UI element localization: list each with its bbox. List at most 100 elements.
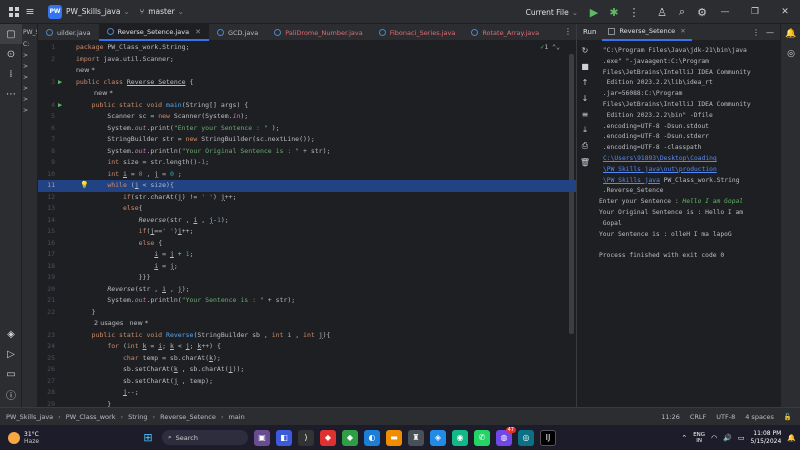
file-explorer-icon[interactable]: ▬: [386, 429, 402, 446]
more-options-icon[interactable]: ⋮: [752, 28, 760, 37]
soft-wrap-icon[interactable]: ≡: [577, 106, 593, 122]
more-tools-icon[interactable]: ⋯: [0, 84, 22, 104]
terminal-icon[interactable]: ▭: [0, 364, 22, 384]
breadcrumb-method[interactable]: main: [228, 413, 244, 421]
battery-icon[interactable]: ▭: [738, 434, 745, 442]
tab-reverse-setence[interactable]: Reverse_Setence.java ✕: [98, 24, 209, 41]
tab-fibonaci-series[interactable]: Fibonaci_Series.java: [371, 24, 464, 41]
branch-name[interactable]: master: [148, 7, 174, 16]
run-tool-icon[interactable]: ▷: [0, 344, 22, 364]
classpath-link[interactable]: \PW_Skills_java: [603, 177, 660, 184]
tree-item[interactable]: C:: [22, 41, 37, 52]
widgets-icon[interactable]: ◧: [276, 429, 292, 446]
tree-item[interactable]: >: [22, 63, 37, 74]
debug-icon[interactable]: ✱: [606, 4, 622, 20]
user-add-icon[interactable]: ♙: [654, 4, 670, 20]
close-tab-icon[interactable]: ✕: [195, 28, 201, 36]
console-output[interactable]: "C:\Program Files\Java\jdk-21\bin\java .…: [599, 46, 779, 262]
system-clock[interactable]: 11:08 PM 5/15/2024: [751, 430, 782, 446]
code-line: 20 Reverse(str , i , j);: [47, 284, 190, 293]
app-icon[interactable]: ◆: [320, 429, 336, 446]
wifi-icon[interactable]: ◠: [711, 434, 717, 442]
code-area[interactable]: ✓1 ⌃⌄ 1 package PW_Class_work.String; 2 im…: [38, 42, 576, 408]
branch-chevron-icon[interactable]: ⌄: [178, 7, 184, 16]
file-encoding[interactable]: UTF-8: [716, 413, 735, 421]
line-separator[interactable]: CRLF: [690, 413, 706, 421]
tab-overflow-icon[interactable]: ⋮: [564, 27, 572, 36]
chrome-icon[interactable]: ◉: [452, 429, 468, 446]
project-badge[interactable]: PW: [48, 4, 62, 19]
settings-gear-icon[interactable]: ⚙: [694, 4, 710, 20]
taskbar-search[interactable]: ⌕ Search: [162, 430, 248, 445]
code-hint: 2 usages new *: [94, 319, 149, 327]
app-icon[interactable]: ◍ 47: [496, 426, 516, 446]
scroll-down-icon[interactable]: ↓: [577, 90, 593, 106]
intellij-icon[interactable]: IJ: [540, 429, 556, 446]
run-config-selector[interactable]: Current File: [526, 8, 569, 17]
close-tab-icon[interactable]: ✕: [680, 27, 685, 35]
tab-builder[interactable]: uilder.java: [38, 24, 99, 41]
close-button[interactable]: ✕: [770, 0, 800, 24]
app-icon[interactable]: ◆: [342, 429, 358, 446]
tree-item[interactable]: >: [22, 74, 37, 85]
tab-palidrome-number[interactable]: PaliDrome_Number.java: [266, 24, 371, 41]
task-view-icon[interactable]: ▣: [254, 429, 270, 446]
print-icon[interactable]: ⎙: [577, 138, 593, 154]
ai-assistant-icon[interactable]: ◎: [781, 44, 800, 64]
language-indicator[interactable]: ENG IN: [693, 432, 705, 444]
classpath-link[interactable]: C:\Users\91893\Desktop\Coading: [603, 155, 717, 162]
tab-rotate-array[interactable]: Rotate_Array.java: [463, 24, 547, 41]
classpath-link[interactable]: \PW_Skills_java\out\production: [603, 166, 717, 173]
app-icon[interactable]: ◎: [518, 429, 534, 446]
breadcrumb-package[interactable]: PW_Class_work: [66, 413, 116, 421]
scroll-up-icon[interactable]: ↑: [577, 74, 593, 90]
notifications-bell-icon[interactable]: 🔔: [781, 24, 800, 44]
tab-run-reverse-setence[interactable]: Reverse_Setence ✕: [602, 24, 692, 41]
tree-item[interactable]: >: [22, 85, 37, 96]
chevron-down-icon[interactable]: ⌄: [123, 7, 129, 16]
app-icon[interactable]: ♜: [408, 429, 424, 446]
indent-setting[interactable]: 4 spaces: [745, 413, 774, 421]
breadcrumb-subpackage[interactable]: String: [128, 413, 147, 421]
edge-browser-icon[interactable]: ◐: [364, 429, 380, 446]
rerun-icon[interactable]: ↻: [577, 42, 593, 58]
tray-chevron-up-icon[interactable]: ⌃: [681, 434, 687, 442]
project-folder-icon[interactable]: ▢: [0, 24, 22, 44]
minimize-button[interactable]: —: [710, 0, 740, 24]
more-actions-icon[interactable]: ⋮: [626, 4, 642, 20]
tree-item[interactable]: >: [22, 96, 37, 107]
plugins-icon[interactable]: ◈: [0, 324, 22, 344]
branch-icon[interactable]: ⑂: [140, 7, 145, 16]
commit-icon[interactable]: ⊙: [0, 44, 22, 64]
problems-icon[interactable]: ⓘ: [0, 384, 22, 404]
scroll-to-end-icon[interactable]: ⤓: [577, 122, 593, 138]
maximize-button[interactable]: ❐: [740, 0, 770, 24]
run-gutter-icon[interactable]: ▶: [58, 100, 62, 112]
project-panel-title[interactable]: PW_S: [22, 24, 37, 41]
run-icon[interactable]: ▶: [586, 4, 602, 20]
hamburger-menu-icon[interactable]: ≡: [22, 4, 38, 20]
tab-gcd[interactable]: GCD.java: [209, 24, 266, 41]
minimize-panel-icon[interactable]: —: [766, 28, 774, 37]
project-name[interactable]: PW_Skills_java: [66, 7, 120, 16]
caret-position[interactable]: 11:26: [661, 413, 680, 421]
app-menu-icon[interactable]: [6, 4, 22, 20]
tree-item[interactable]: >: [22, 52, 37, 63]
whatsapp-icon[interactable]: ✆: [474, 429, 490, 446]
notification-bell-icon[interactable]: 🔔: [787, 434, 796, 442]
stop-icon[interactable]: ■: [577, 58, 593, 74]
breadcrumb-class[interactable]: Reverse_Setence: [160, 413, 216, 421]
run-gutter-icon[interactable]: ▶: [58, 77, 62, 89]
clear-trash-icon[interactable]: 🗑: [577, 154, 593, 170]
terminal-app-icon[interactable]: ⟩: [298, 429, 314, 446]
volume-icon[interactable]: 🔊: [723, 434, 732, 442]
windows-start-icon[interactable]: ⊞: [140, 430, 156, 446]
tree-item[interactable]: >: [22, 107, 37, 118]
lock-icon[interactable]: 🔓: [784, 413, 792, 421]
app-icon[interactable]: ◈: [430, 429, 446, 446]
weather-widget[interactable]: 31°C Haze: [8, 431, 39, 445]
breadcrumb-project[interactable]: PW_Skills_java: [6, 413, 53, 421]
search-icon[interactable]: ⌕: [674, 4, 690, 20]
structure-icon[interactable]: ⁞: [0, 64, 22, 84]
run-config-chevron-icon[interactable]: ⌄: [572, 8, 578, 17]
